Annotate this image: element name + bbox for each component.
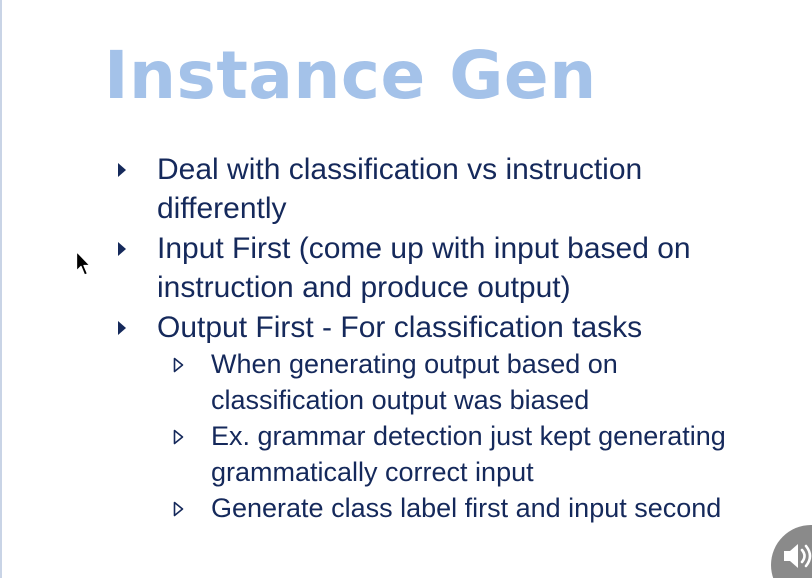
sub-bullet-line: Ex. grammar detection just kept generati…: [211, 421, 726, 451]
bullet-line: Input First (come up with input based on: [157, 232, 691, 265]
speaker-icon[interactable]: [784, 541, 812, 571]
sub-bullet-line: grammatically correct input: [211, 457, 534, 487]
solid-triangle-right-icon: [118, 321, 126, 335]
bullet-line: Deal with classification vs instruction: [157, 153, 643, 186]
bullet-line: Output First - For classification tasks: [157, 311, 643, 344]
bullet-line: differently: [157, 192, 287, 225]
hollow-triangle-right-icon: [173, 429, 184, 445]
sub-bullet-line: classification output was biased: [211, 385, 590, 415]
sub-bullet-line: When generating output based on: [211, 349, 618, 379]
bullet-line: instruction and produce output): [157, 271, 571, 304]
sub-bullet-line: Generate class label first and input sec…: [211, 493, 722, 523]
bullet-list: Deal with classification vs instruction …: [0, 0, 812, 578]
solid-triangle-right-icon: [118, 242, 126, 256]
mouse-cursor-icon: [75, 250, 91, 276]
solid-triangle-right-icon: [118, 163, 126, 177]
presentation-slide: Instance Gen Deal with classification vs…: [0, 0, 812, 578]
hollow-triangle-right-icon: [173, 501, 184, 517]
hollow-triangle-right-icon: [173, 357, 184, 373]
